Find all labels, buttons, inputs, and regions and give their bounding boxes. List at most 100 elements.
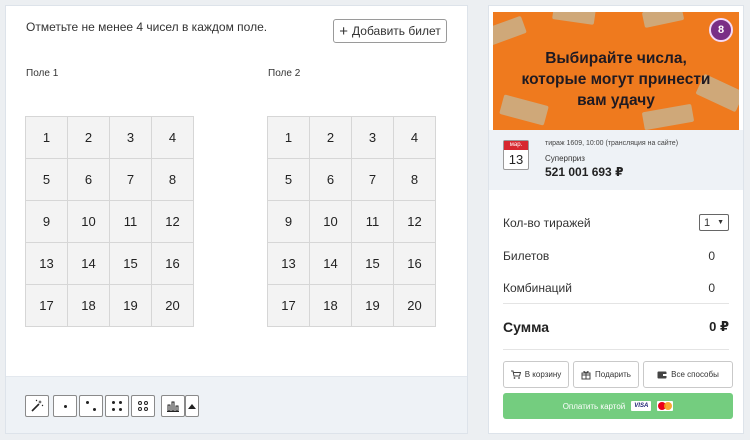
dropdown-arrow-icon: ▼ bbox=[717, 219, 724, 226]
total-row: Сумма 0 ₽ bbox=[503, 319, 729, 335]
draw-info: мар. 13 тираж 1609, 10:00 (трансляция на… bbox=[489, 130, 743, 190]
mastercard-icon bbox=[657, 401, 674, 411]
number-cell[interactable]: 2 bbox=[310, 117, 352, 159]
number-cell[interactable]: 15 bbox=[352, 243, 394, 285]
draws-count-row: Кол-во тиражей 1 ▼ bbox=[503, 214, 729, 231]
number-cell[interactable]: 8 bbox=[152, 159, 194, 201]
tickets-label: Билетов bbox=[503, 249, 550, 263]
number-cell[interactable]: 6 bbox=[68, 159, 110, 201]
number-cell[interactable]: 8 bbox=[394, 159, 436, 201]
number-grid-field-1: 1 2 3 4 5 6 7 8 9 10 11 12 13 14 15 16 17 18 19 20 bbox=[25, 116, 194, 327]
number-cell[interactable]: 13 bbox=[268, 243, 310, 285]
ticket-panel: Отметьте не менее 4 чисел в каждом поле.… bbox=[5, 5, 468, 434]
banner-text: Выбирайте числа, которые могут принести … bbox=[521, 50, 711, 109]
number-cell[interactable]: 10 bbox=[310, 201, 352, 243]
number-cell[interactable]: 5 bbox=[26, 159, 68, 201]
dice-four-button[interactable] bbox=[105, 395, 129, 417]
number-cell[interactable]: 11 bbox=[352, 201, 394, 243]
expand-toolbar-button[interactable] bbox=[185, 395, 199, 417]
dice-one-icon bbox=[58, 399, 72, 413]
number-cell[interactable]: 14 bbox=[68, 243, 110, 285]
number-grid-field-2: 1 2 3 4 5 6 7 8 9 10 11 12 13 14 15 16 17 18 19 20 bbox=[267, 116, 436, 327]
number-cell[interactable]: 13 bbox=[26, 243, 68, 285]
promo-banner[interactable]: 8 Выбирайте числа, которые могут принест… bbox=[493, 12, 739, 130]
number-cell[interactable]: 6 bbox=[310, 159, 352, 201]
field-2-label: Поле 2 bbox=[268, 68, 301, 79]
number-cell[interactable]: 19 bbox=[110, 285, 152, 327]
action-buttons: В корзину Подарить Все способы bbox=[503, 361, 733, 388]
number-cell[interactable]: 17 bbox=[268, 285, 310, 327]
number-cell[interactable]: 5 bbox=[268, 159, 310, 201]
number-cell[interactable]: 1 bbox=[268, 117, 310, 159]
field-1-label: Поле 1 bbox=[26, 68, 59, 79]
number-cell[interactable]: 20 bbox=[152, 285, 194, 327]
number-cell[interactable]: 11 bbox=[110, 201, 152, 243]
dice-four-outline-icon bbox=[136, 399, 150, 413]
combinations-value: 0 bbox=[708, 281, 715, 295]
tickets-value: 0 bbox=[708, 249, 715, 263]
draws-count-select[interactable]: 1 ▼ bbox=[699, 214, 729, 231]
dice-two-button[interactable] bbox=[79, 395, 103, 417]
number-cell[interactable]: 17 bbox=[26, 285, 68, 327]
add-ticket-button[interactable]: + Добавить билет bbox=[333, 19, 447, 43]
bar-chart-icon bbox=[167, 401, 179, 412]
number-cell[interactable]: 9 bbox=[268, 201, 310, 243]
magic-wand-button[interactable] bbox=[25, 395, 49, 417]
calendar-icon: мар. 13 bbox=[503, 140, 529, 170]
number-cell[interactable]: 12 bbox=[394, 201, 436, 243]
number-cell[interactable]: 15 bbox=[110, 243, 152, 285]
total-label: Сумма bbox=[503, 319, 550, 335]
gift-icon bbox=[581, 370, 591, 379]
number-cell[interactable]: 3 bbox=[352, 117, 394, 159]
summary-divider bbox=[503, 303, 729, 304]
number-cell[interactable]: 16 bbox=[152, 243, 194, 285]
plus-icon: + bbox=[339, 22, 349, 40]
number-cell[interactable]: 4 bbox=[394, 117, 436, 159]
draw-description: тираж 1609, 10:00 (трансляция на сайте) bbox=[545, 140, 679, 147]
total-value: 0 ₽ bbox=[709, 319, 729, 334]
cart-icon bbox=[510, 370, 521, 379]
pay-by-card-button[interactable]: Оплатить картой VISA bbox=[503, 393, 733, 419]
order-panel: 8 Выбирайте числа, которые могут принест… bbox=[488, 5, 744, 434]
wallet-icon bbox=[657, 371, 667, 379]
statistics-button[interactable] bbox=[161, 395, 185, 417]
number-cell[interactable]: 19 bbox=[352, 285, 394, 327]
calendar-month: мар. bbox=[504, 141, 528, 150]
draw-prize: 521 001 693 ₽ bbox=[545, 165, 624, 179]
dice-one-button[interactable] bbox=[53, 395, 77, 417]
all-payment-methods-button[interactable]: Все способы bbox=[643, 361, 733, 388]
number-cell[interactable]: 18 bbox=[68, 285, 110, 327]
dice-two-icon bbox=[84, 399, 98, 413]
gift-button[interactable]: Подарить bbox=[573, 361, 639, 388]
add-ticket-label: Добавить билет bbox=[352, 24, 441, 38]
quick-pick-toolbar bbox=[6, 376, 467, 433]
number-cell[interactable]: 16 bbox=[394, 243, 436, 285]
number-cell[interactable]: 4 bbox=[152, 117, 194, 159]
visa-icon: VISA bbox=[631, 401, 652, 411]
magic-wand-icon bbox=[31, 399, 44, 412]
combinations-row: Комбинаций 0 bbox=[503, 281, 729, 295]
number-cell[interactable]: 2 bbox=[68, 117, 110, 159]
lottery-ball-icon: 8 bbox=[709, 18, 733, 42]
tickets-row: Билетов 0 bbox=[503, 249, 729, 263]
calendar-day: 13 bbox=[508, 152, 524, 167]
dice-four-icon bbox=[110, 399, 124, 413]
number-cell[interactable]: 10 bbox=[68, 201, 110, 243]
draw-game-name: Суперприз bbox=[545, 154, 585, 163]
number-cell[interactable]: 20 bbox=[394, 285, 436, 327]
actions-divider bbox=[503, 349, 729, 350]
dice-four-outline-button[interactable] bbox=[131, 395, 155, 417]
add-to-cart-button[interactable]: В корзину bbox=[503, 361, 569, 388]
number-cell[interactable]: 7 bbox=[110, 159, 152, 201]
number-cell[interactable]: 7 bbox=[352, 159, 394, 201]
draws-count-label: Кол-во тиражей bbox=[503, 215, 591, 230]
number-cell[interactable]: 9 bbox=[26, 201, 68, 243]
number-cell[interactable]: 3 bbox=[110, 117, 152, 159]
number-cell[interactable]: 12 bbox=[152, 201, 194, 243]
combinations-label: Комбинаций bbox=[503, 281, 572, 295]
number-cell[interactable]: 14 bbox=[310, 243, 352, 285]
number-cell[interactable]: 1 bbox=[26, 117, 68, 159]
instruction-text: Отметьте не менее 4 чисел в каждом поле. bbox=[26, 20, 268, 34]
number-cell[interactable]: 18 bbox=[310, 285, 352, 327]
caret-up-icon bbox=[188, 404, 196, 409]
